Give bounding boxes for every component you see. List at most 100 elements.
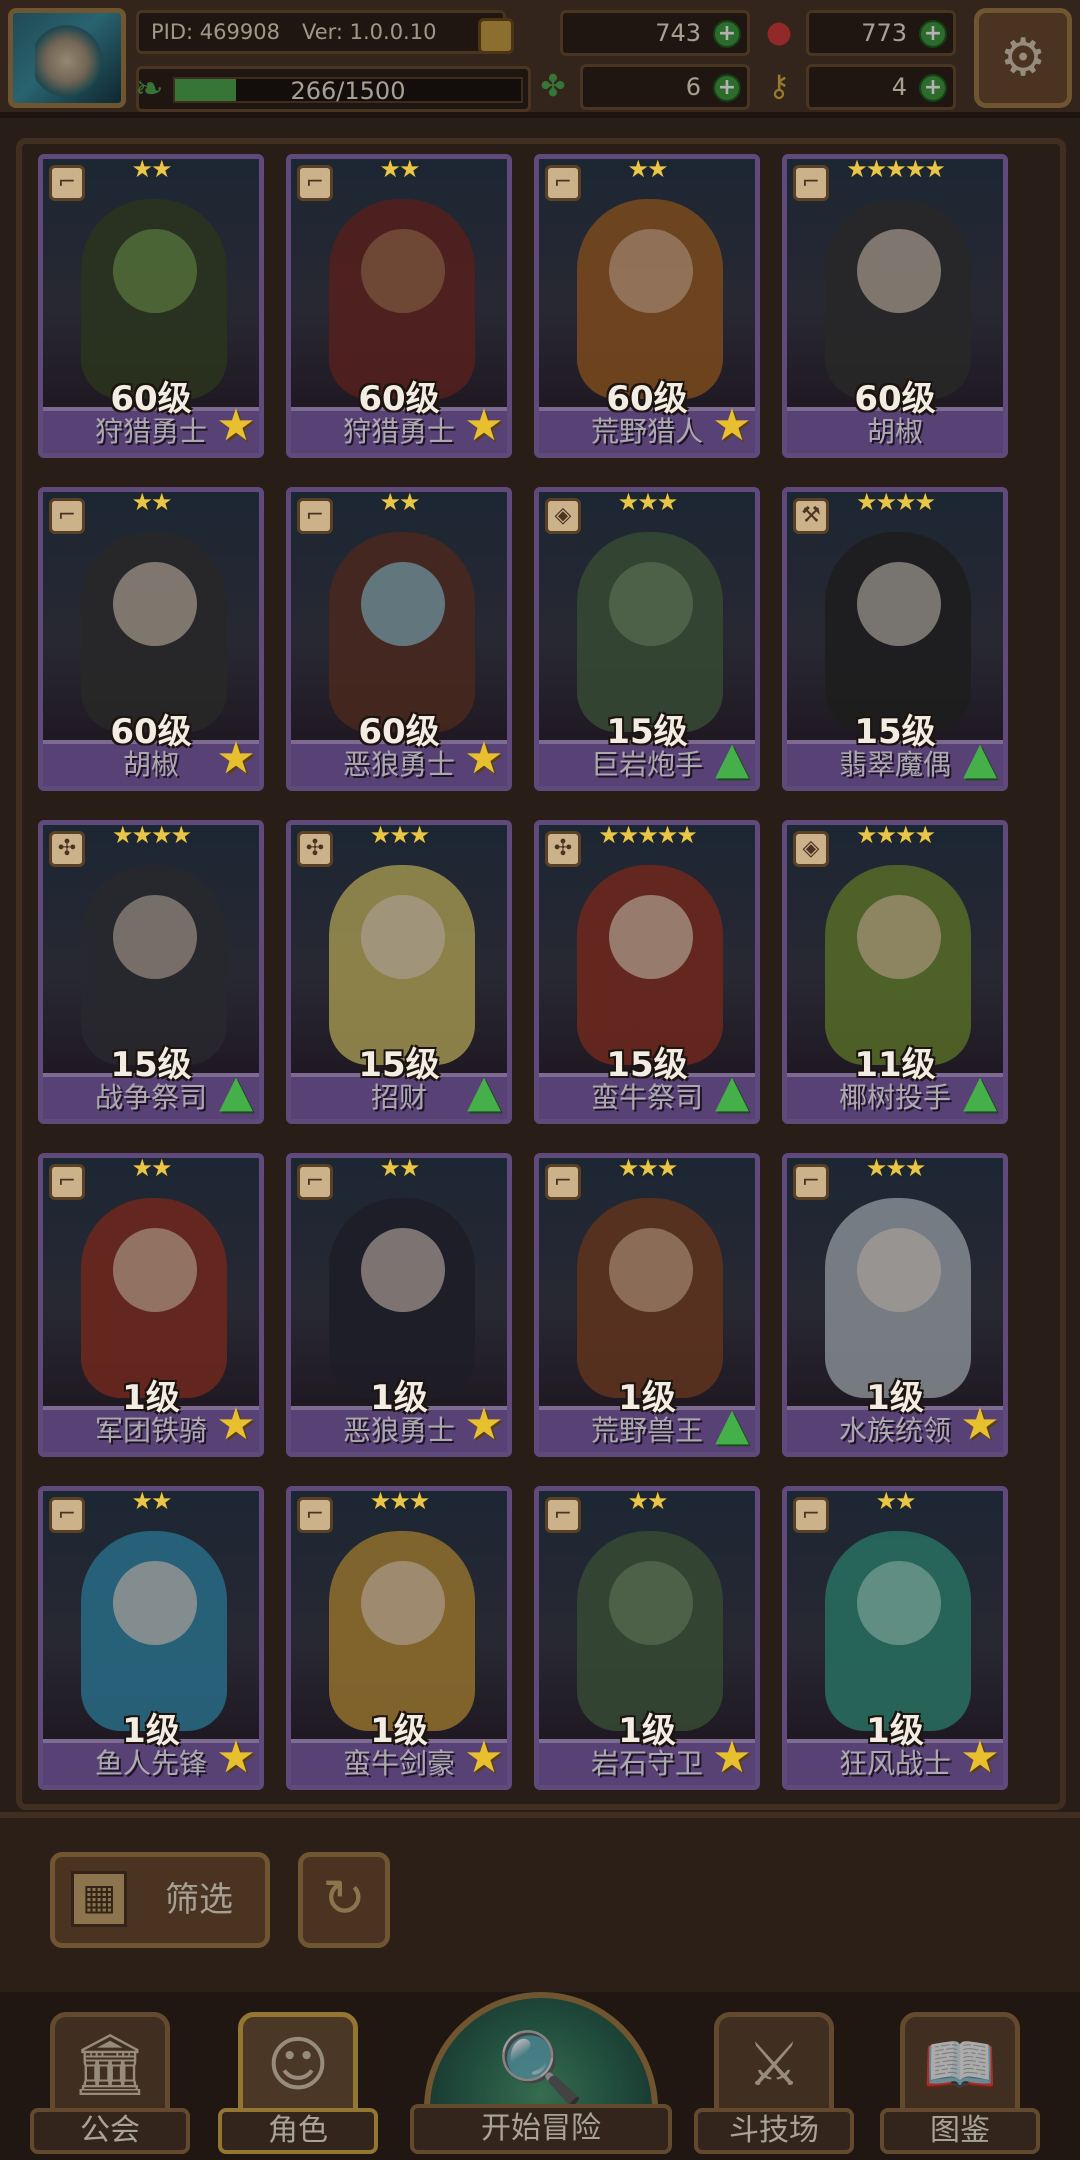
hero-stars: ★★: [131, 1487, 172, 1515]
hero-stars: ★★: [379, 488, 420, 516]
nav-arena[interactable]: ⚔ 斗技场: [694, 2012, 854, 2156]
add-gold-button[interactable]: +: [713, 20, 741, 48]
upgrade-tree-icon: ▲: [715, 1399, 749, 1450]
hero-card[interactable]: ◈ ★★★ 15级 巨岩炮手 ▲: [534, 487, 760, 791]
grid-icon: ▦: [71, 1871, 127, 1927]
hero-card[interactable]: ◈ ★★★★ 11级 椰树投手 ▲: [782, 820, 1008, 1124]
hero-card[interactable]: ⌐ ★★★ 1级 荒野兽王 ▲: [534, 1153, 760, 1457]
hero-stars: ★★★★: [855, 488, 936, 516]
character-face-icon: ☺: [238, 2012, 358, 2116]
hero-stars: ★★★: [865, 1154, 927, 1182]
bottom-nav: 🏛 公会 ☺ 角色 🔍 开始冒险 ⚔ 斗技场 📖 图鉴: [0, 1992, 1080, 2160]
nav-characters[interactable]: ☺ 角色: [218, 2012, 378, 2156]
hero-card[interactable]: ⌐ ★★ 1级 岩石守卫 ★: [534, 1486, 760, 1790]
hero-stars: ★★: [627, 155, 668, 183]
hero-card[interactable]: ✣ ★★★★★ 15级 蛮牛祭司 ▲: [534, 820, 760, 1124]
hero-stars: ★★: [131, 155, 172, 183]
key-counter: ⚷ 4 +: [768, 64, 956, 110]
key-icon: ⚷: [768, 69, 790, 104]
upgrade-tree-icon: ▲: [715, 1066, 749, 1117]
gear-icon: ⚙: [999, 28, 1047, 88]
hero-grid: ⌐ ★★ 60级 狩猎勇士 ★ ⌐ ★★ 60级 狩猎勇士 ★ ⌐ ★★ 60级 荒野猎人 ★ ⌐ ★★★★★ 6…: [38, 154, 1050, 1794]
hero-stars: ★★: [131, 488, 172, 516]
hero-card[interactable]: ⌐ ★★★ 1级 蛮牛剑豪 ★: [286, 1486, 512, 1790]
hero-card[interactable]: ⌐ ★★ 1级 恶狼勇士 ★: [286, 1153, 512, 1457]
star-badge-icon: ★: [464, 733, 504, 784]
upgrade-tree-icon: ▲: [219, 1066, 253, 1117]
hero-stars: ★★: [131, 1154, 172, 1182]
clover-counter: ✤ 6 +: [540, 64, 750, 110]
top-bar: PID: 469908 Ver: 1.0.0.10 ❧ 266/1500 743 …: [0, 0, 1080, 118]
upgrade-tree-icon: ▲: [715, 733, 749, 784]
add-gem-button[interactable]: +: [919, 20, 947, 48]
hero-card[interactable]: ⌐ ★★ 60级 胡椒 ★: [38, 487, 264, 791]
list-controls: ▦ 筛选 ↻: [0, 1812, 1080, 1992]
hero-level: 60级: [854, 379, 936, 419]
hero-stars: ★★: [379, 1154, 420, 1182]
hero-card[interactable]: ⌐ ★★ 60级 狩猎勇士 ★: [286, 154, 512, 458]
hero-stars: ★★: [379, 155, 420, 183]
add-key-button[interactable]: +: [919, 74, 947, 102]
gold-value: 743: [655, 19, 701, 47]
gem-counter: ● 773 +: [766, 10, 956, 56]
gem-value: 773: [861, 19, 907, 47]
add-clover-button[interactable]: +: [713, 74, 741, 102]
hero-card[interactable]: ⌐ ★★ 60级 恶狼勇士 ★: [286, 487, 512, 791]
nav-guild-label: 公会: [30, 2108, 190, 2154]
hero-card[interactable]: ⌐ ★★★ 1级 水族统领 ★: [782, 1153, 1008, 1457]
exp-row: ❧ 266/1500: [135, 66, 531, 112]
filter-button[interactable]: ▦ 筛选: [50, 1852, 270, 1948]
nav-adventure-label: 开始冒险: [410, 2104, 672, 2154]
hero-card[interactable]: ⌐ ★★ 1级 狂风战士 ★: [782, 1486, 1008, 1790]
star-badge-icon: ★: [712, 1732, 752, 1783]
player-avatar[interactable]: [8, 8, 126, 108]
coin-icon: [478, 18, 514, 54]
hero-card[interactable]: ⌐ ★★ 60级 狩猎勇士 ★: [38, 154, 264, 458]
crossed-swords-icon: ⚔: [714, 2012, 834, 2116]
star-badge-icon: ★: [216, 400, 256, 451]
hero-card[interactable]: ⌐ ★★ 1级 鱼人先锋 ★: [38, 1486, 264, 1790]
nav-adventure[interactable]: 🔍 开始冒险: [410, 1992, 672, 2160]
hero-stars: ★★★: [617, 1154, 679, 1182]
hero-card[interactable]: ⚒ ★★★★ 15级 翡翠魔偶 ▲: [782, 487, 1008, 791]
player-info: PID: 469908 Ver: 1.0.0.10 ❧ 266/1500: [135, 10, 531, 112]
settings-button[interactable]: ⚙: [974, 8, 1072, 108]
hero-card[interactable]: ⌐ ★★ 60级 荒野猎人 ★: [534, 154, 760, 458]
star-badge-icon: ★: [960, 1732, 1000, 1783]
exp-text: 266/1500: [290, 77, 406, 105]
hero-stars: ★★★★★: [846, 155, 946, 183]
book-icon: 📖: [900, 2012, 1020, 2116]
upgrade-tree-icon: ▲: [467, 1066, 501, 1117]
guild-hall-icon: 🏛: [50, 2012, 170, 2116]
nav-codex[interactable]: 📖 图鉴: [880, 2012, 1040, 2156]
pid-label: PID: 469908: [151, 20, 280, 44]
nav-arena-label: 斗技场: [694, 2108, 854, 2154]
gold-counter: 743 +: [560, 10, 750, 56]
star-badge-icon: ★: [712, 400, 752, 451]
star-badge-icon: ★: [464, 1399, 504, 1450]
star-badge-icon: ★: [464, 400, 504, 451]
star-badge-icon: ★: [216, 1732, 256, 1783]
exp-bar: 266/1500: [173, 77, 523, 103]
star-badge-icon: ★: [960, 1399, 1000, 1450]
hero-stars: ★★★★: [111, 821, 192, 849]
hero-card[interactable]: ✣ ★★★★ 15级 战争祭司 ▲: [38, 820, 264, 1124]
upgrade-tree-icon: ▲: [963, 1066, 997, 1117]
hero-stars: ★★★: [369, 1487, 431, 1515]
star-badge-icon: ★: [216, 733, 256, 784]
refresh-icon: ↻: [322, 1869, 366, 1929]
hero-card[interactable]: ⌐ ★★ 1级 军团铁骑 ★: [38, 1153, 264, 1457]
key-value: 4: [891, 73, 907, 101]
pid-row: PID: 469908 Ver: 1.0.0.10: [136, 10, 506, 54]
nav-guild[interactable]: 🏛 公会: [30, 2012, 190, 2156]
hero-card[interactable]: ✣ ★★★ 15级 招财 ▲: [286, 820, 512, 1124]
refresh-button[interactable]: ↻: [298, 1852, 390, 1948]
version-label: Ver: 1.0.0.10: [301, 20, 437, 44]
hero-card[interactable]: ⌐ ★★★★★ 60级 胡椒: [782, 154, 1008, 458]
hero-stars: ★★★: [617, 488, 679, 516]
star-badge-icon: ★: [216, 1399, 256, 1450]
hero-stars: ★★: [875, 1487, 916, 1515]
filter-label: 筛选: [165, 1880, 233, 1920]
clover-icon: ✤: [540, 69, 566, 104]
hero-stars: ★★★★★: [598, 821, 698, 849]
